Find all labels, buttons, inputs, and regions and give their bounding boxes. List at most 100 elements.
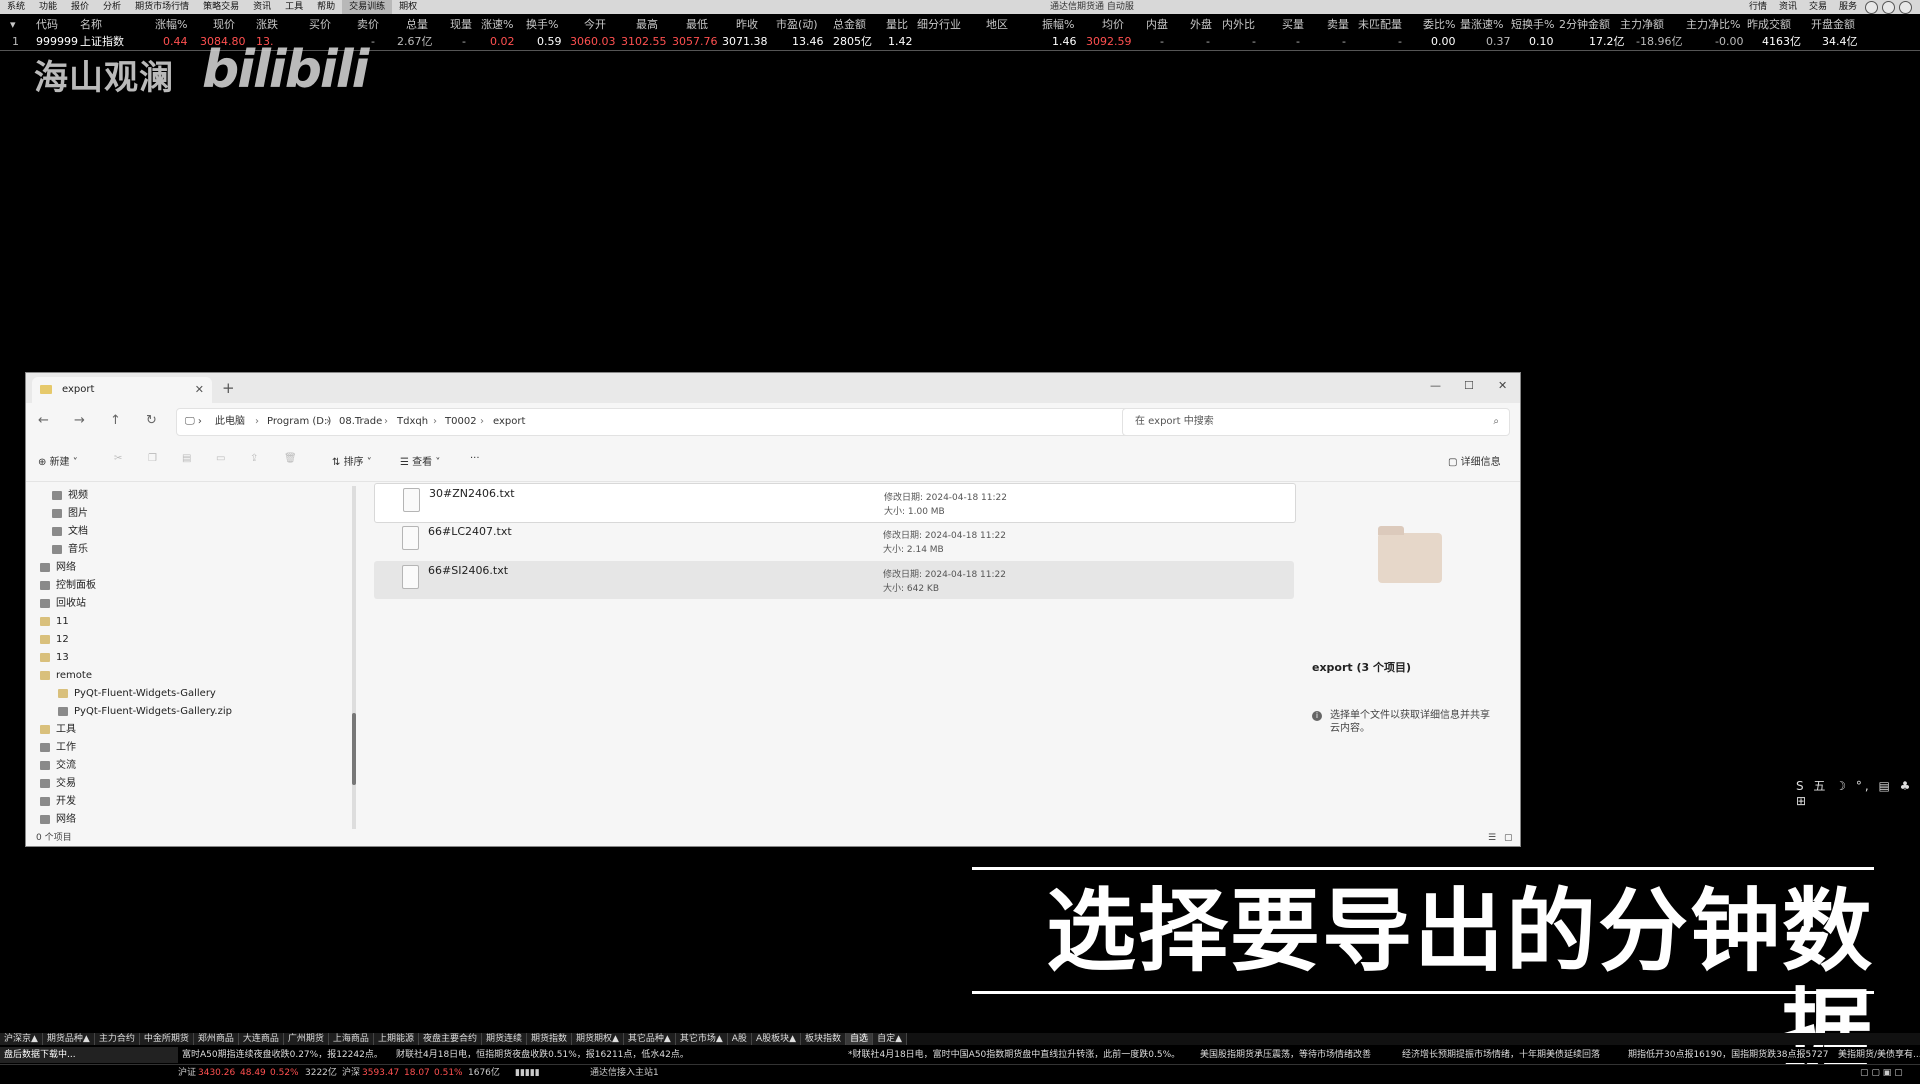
market-tab[interactable]: 大连商品	[238, 1033, 284, 1045]
market-tab[interactable]: 其它品种▲	[623, 1033, 676, 1045]
view-button[interactable]: ☰ 查看 ˅	[400, 453, 440, 468]
nav-item-recycle-bin[interactable]: 回收站	[40, 596, 86, 612]
back-arrow-icon[interactable]: ←	[38, 413, 49, 428]
ime-toolbar[interactable]: S 五 ☽ °, ▤ ♣ ⊞	[1796, 777, 1920, 808]
col-header[interactable]: 总金额	[833, 16, 866, 33]
market-tab[interactable]: 主力合约	[94, 1033, 140, 1045]
paste-icon[interactable]: ▤	[182, 453, 191, 464]
new-tab-icon[interactable]: +	[222, 379, 235, 397]
col-header[interactable]: 短换手%	[1511, 16, 1554, 33]
col-header[interactable]: 未匹配量	[1358, 16, 1402, 33]
col-header[interactable]: 量涨速%	[1460, 16, 1503, 33]
nav-item-dev[interactable]: 开发	[40, 794, 76, 810]
nav-item-documents[interactable]: 文档	[52, 524, 88, 540]
col-header[interactable]: 主力净比%	[1686, 16, 1740, 33]
col-header[interactable]: 卖价	[357, 16, 379, 33]
breadcrumb-export[interactable]: export	[493, 409, 525, 435]
close-window-button[interactable]: ✕	[1498, 379, 1507, 392]
breadcrumb-tdxqh[interactable]: Tdxqh	[397, 409, 428, 435]
nav-item-pictures[interactable]: 图片	[52, 506, 88, 522]
file-item-si2406[interactable]: 66#SI2406.txt 修改日期: 2024-04-18 11:22 大小:…	[374, 561, 1294, 599]
market-tab[interactable]: 郑州商品	[193, 1033, 239, 1045]
market-tab-selected[interactable]: 自选	[846, 1033, 874, 1045]
col-header[interactable]: 昨成交额	[1747, 16, 1791, 33]
col-header[interactable]: 现量	[450, 16, 472, 33]
col-header[interactable]: 内外比	[1222, 16, 1255, 33]
col-header[interactable]: 今开	[584, 16, 606, 33]
market-tab[interactable]: A股	[727, 1033, 752, 1045]
menu-item-options[interactable]: 期权	[392, 0, 424, 14]
menu-right-trade[interactable]: 交易	[1803, 0, 1833, 14]
address-bar[interactable]: 🖵 › 此电脑 › Program (D:) › 08.Trade › Tdxq…	[176, 408, 1144, 436]
menu-item-news[interactable]: 资讯	[246, 0, 278, 14]
menu-item-futures-market[interactable]: 期货市场行情	[128, 0, 196, 14]
news-item[interactable]: 经济增长预期提振市场情绪，十年期美债延续回落	[1402, 1047, 1600, 1063]
file-item-zn2406[interactable]: 30#ZN2406.txt 修改日期: 2024-04-18 11:22 大小:…	[374, 483, 1296, 523]
market-tab[interactable]: A股板块▲	[751, 1033, 802, 1045]
col-header[interactable]: 涨幅%	[155, 16, 187, 33]
col-header[interactable]: 涨速%	[481, 16, 513, 33]
connection-status[interactable]: 通达信接入主站1	[590, 1065, 659, 1081]
rename-icon[interactable]: ▭	[216, 453, 225, 464]
col-header[interactable]: 委比%	[1423, 16, 1455, 33]
file-item-lc2407[interactable]: 66#LC2407.txt 修改日期: 2024-04-18 11:22 大小:…	[374, 522, 1294, 560]
nav-item-pyqt-gallery[interactable]: PyQt-Fluent-Widgets-Gallery	[58, 686, 216, 702]
market-tab[interactable]: 期货指数	[526, 1033, 572, 1045]
menu-right-service[interactable]: 服务	[1833, 0, 1863, 14]
col-header[interactable]: 代码	[36, 16, 58, 33]
breadcrumb-drive[interactable]: Program (D:)	[267, 409, 331, 435]
download-status[interactable]: 盘后数据下载中...	[0, 1047, 178, 1063]
col-header[interactable]: 现价	[213, 16, 235, 33]
nav-item-work[interactable]: 工作	[40, 740, 76, 756]
col-header[interactable]: 均价	[1102, 16, 1124, 33]
market-tab[interactable]: 广州期货	[283, 1033, 329, 1045]
nav-item-network-2[interactable]: 网络	[40, 812, 76, 828]
forward-arrow-icon[interactable]: →	[74, 413, 85, 428]
menu-item-system[interactable]: 系统	[0, 0, 32, 14]
market-tab[interactable]: 期货品种▲	[42, 1033, 95, 1045]
nav-item-folder-13[interactable]: 13	[40, 650, 69, 666]
nav-item-music[interactable]: 音乐	[52, 542, 88, 558]
col-header[interactable]: 名称	[80, 16, 102, 33]
menu-item-tools[interactable]: 工具	[278, 0, 310, 14]
col-header[interactable]: 最低	[686, 16, 708, 33]
nav-item-trade[interactable]: 交易	[40, 776, 76, 792]
col-header[interactable]: 2分钟金额	[1559, 16, 1610, 33]
nav-item-network[interactable]: 网络	[40, 560, 76, 576]
news-item[interactable]: 美国股指期货承压震荡，等待市场情绪改善	[1200, 1047, 1371, 1063]
col-header[interactable]: 昨收	[736, 16, 758, 33]
market-tab[interactable]: 上期能源	[373, 1033, 419, 1045]
market-tab[interactable]: 中金所期货	[139, 1033, 194, 1045]
news-item[interactable]: *财联社4月18日电，富时中国A50指数期货盘中直线拉升转涨，此前一度跌0.5%…	[848, 1047, 1180, 1063]
more-options-button[interactable]: ···	[470, 453, 480, 464]
market-tab[interactable]: 期货连续	[481, 1033, 527, 1045]
breadcrumb-t0002[interactable]: T0002	[445, 409, 477, 435]
breadcrumb-this-pc[interactable]: 此电脑	[215, 409, 245, 435]
col-header[interactable]: 外盘	[1190, 16, 1212, 33]
nav-scrollbar-thumb[interactable]	[352, 713, 356, 785]
nav-item-folder-12[interactable]: 12	[40, 632, 69, 648]
close-tab-icon[interactable]: ✕	[195, 377, 204, 403]
nav-item-control-panel[interactable]: 控制面板	[40, 578, 96, 594]
tray-icons[interactable]: ▢ ▢ ▣ ▢	[1860, 1065, 1903, 1081]
details-view-icon[interactable]: ☰	[1488, 829, 1496, 847]
cut-icon[interactable]: ✂	[114, 453, 122, 464]
maximize-icon[interactable]	[1882, 1, 1895, 14]
col-header[interactable]: 量比	[886, 16, 908, 33]
close-icon[interactable]	[1899, 1, 1912, 14]
col-header[interactable]: 买价	[309, 16, 331, 33]
minimize-window-button[interactable]: —	[1430, 379, 1441, 392]
search-box[interactable]: 在 export 中搜索 ⌕	[1122, 408, 1510, 436]
menu-item-function[interactable]: 功能	[32, 0, 64, 14]
col-header[interactable]: 主力净额	[1620, 16, 1664, 33]
nav-item-exchange[interactable]: 交流	[40, 758, 76, 774]
tiles-view-icon[interactable]: ▢	[1504, 829, 1513, 847]
nav-item-pyqt-gallery-zip[interactable]: PyQt-Fluent-Widgets-Gallery.zip	[58, 704, 232, 720]
col-header[interactable]: 卖量	[1327, 16, 1349, 33]
col-header[interactable]: 地区	[986, 16, 1008, 33]
refresh-icon[interactable]: ↻	[146, 413, 157, 428]
col-header[interactable]: 总量	[406, 16, 428, 33]
col-header[interactable]: 涨跌	[256, 16, 278, 33]
minimize-icon[interactable]	[1865, 1, 1878, 14]
tab-export[interactable]: export ✕	[32, 377, 212, 403]
